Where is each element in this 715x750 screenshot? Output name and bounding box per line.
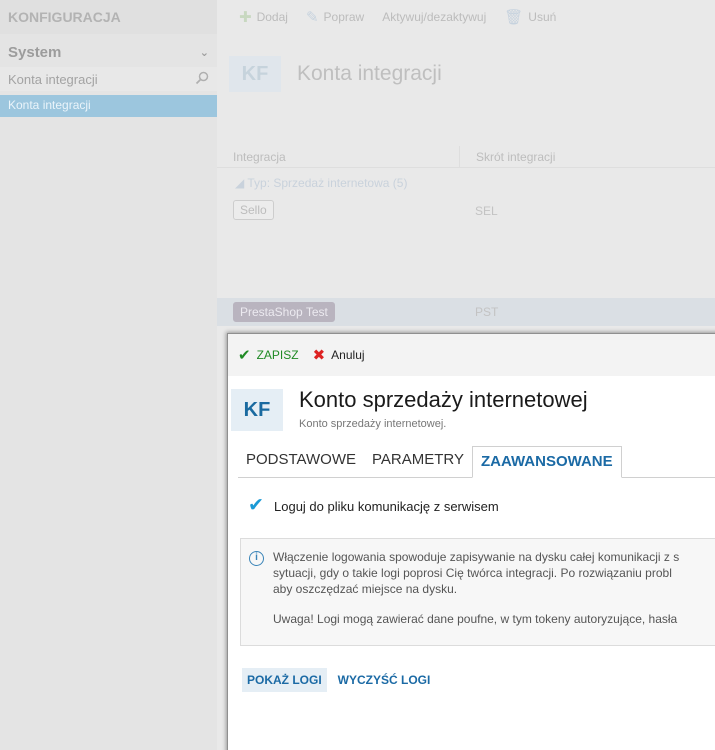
toolbar: ✚ Dodaj ✎ Popraw Aktywuj/dezaktywuj 🗑 Us… [217,0,715,34]
tab-zaawansowane[interactable]: ZAAWANSOWANE [471,446,622,478]
info-line-2: sytuacji, gdy o takie logi poprosi Cię t… [273,566,672,580]
app-badge: KF [229,56,281,92]
sidebar-header: KONFIGURACJA [0,0,217,34]
delete-button[interactable]: 🗑 Usuń [504,8,556,26]
plus-icon: ✚ [239,9,252,26]
log-checkbox-row[interactable]: ✔ Loguj do pliku komunikację z serwisem [246,496,499,516]
dialog-subtitle: Konto sprzedaży internetowej. [299,418,447,430]
chevron-down-icon: ⌄ [199,47,209,59]
toggle-label: Aktywuj/dezaktywuj [382,10,487,24]
save-button[interactable]: ✔ ZAPISZ [238,346,299,364]
close-icon: ✖ [312,347,326,364]
dialog-header: KF Konto sprzedaży internetowej Konto sp… [228,376,715,444]
info-warning: Uwaga! Logi mogą zawierać dane poufne, w… [273,612,678,626]
info-line-1: Włączenie logowania spowoduje zapisywani… [273,550,680,564]
integration-code: PST [475,305,499,319]
group-row[interactable]: ◢ Typ: Sprzedaż internetowa (5) [235,176,407,190]
clear-logs-button[interactable]: WYCZYŚĆ LOGI [333,668,436,692]
page-title: Konta integracji [297,62,442,85]
dialog-title: Konto sprzedaży internetowej [299,387,588,412]
checkmark-icon: ✔ [238,347,251,364]
sidebar-section-system[interactable]: System ⌄ [0,34,217,65]
show-logs-button[interactable]: POKAŻ LOGI [242,668,327,692]
add-button[interactable]: ✚ Dodaj [239,8,288,26]
tab-bar: PODSTAWOWE PARAMETRY ZAAWANSOWANE [238,446,715,478]
sidebar-item-konta-integracji[interactable]: Konta integracji [0,95,217,117]
pencil-icon: ✎ [305,9,319,26]
info-line-3: aby oszczędzać miejsce na dysku. [273,582,458,596]
info-icon: i [249,551,264,566]
collapse-triangle-icon: ◢ [235,176,245,190]
toggle-active-button[interactable]: Aktywuj/dezaktywuj [382,10,486,24]
sidebar-search-label: Konta integracji [8,71,98,87]
info-box: i Włączenie logowania spowoduje zapisywa… [240,538,715,646]
sidebar-search[interactable]: Konta integracji [0,67,217,91]
page-header: KF Konta integracji [229,56,442,92]
app-badge: KF [231,389,283,431]
sidebar: KONFIGURACJA System ⌄ Konta integracji K… [0,0,217,750]
table-row-selected[interactable]: PrestaShop Test PST [217,298,715,326]
search-icon[interactable] [195,71,209,88]
column-header-integracja[interactable]: Integracja [217,146,459,167]
integration-name: Sello [233,200,274,220]
cancel-button[interactable]: ✖ Anuluj [313,346,365,364]
table-row[interactable]: Sello SEL [217,200,715,298]
integration-code: SEL [475,204,498,218]
edit-button[interactable]: ✎ Popraw [306,8,364,26]
integration-name: PrestaShop Test [233,302,335,322]
column-header-skrot[interactable]: Skrót integracji [459,146,571,167]
trash-icon: 🗑 [504,9,524,26]
sidebar-section-label: System [8,44,62,61]
log-checkbox-label: Loguj do pliku komunikację z serwisem [274,498,499,514]
grid-header: Integracja Skrót integracji [217,146,715,168]
tab-parametry[interactable]: PARAMETRY [364,445,472,477]
log-actions: POKAŻ LOGI WYCZYŚĆ LOGI [242,668,435,692]
cancel-label: Anuluj [331,348,365,362]
add-label: Dodaj [256,10,288,24]
tab-podstawowe[interactable]: PODSTAWOWE [238,445,364,477]
group-label: Typ: Sprzedaż internetowa (5) [247,176,408,190]
dialog-toolbar: ✔ ZAPISZ ✖ Anuluj [228,334,715,376]
account-dialog: ✔ ZAPISZ ✖ Anuluj KF Konto sprzedaży int… [227,333,715,750]
log-checkbox[interactable]: ✔ [246,496,266,516]
delete-label: Usuń [528,10,557,24]
save-label: ZAPISZ [256,348,299,362]
edit-label: Popraw [323,10,365,24]
